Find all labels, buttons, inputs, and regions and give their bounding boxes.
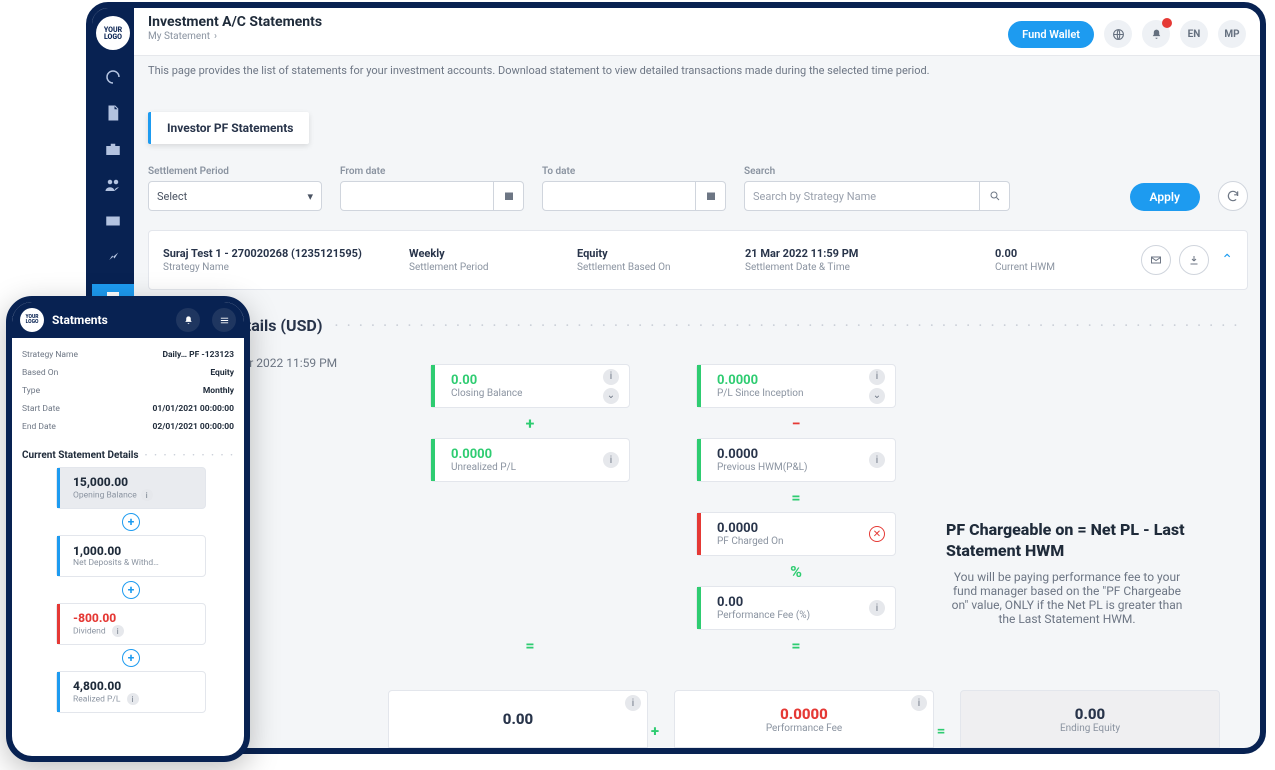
lower-cards: i 0.00 + i 0.0000 Performance Fee = 0.00… — [148, 690, 1248, 748]
page-title: Investment A/C Statements — [148, 14, 322, 30]
plus-icon: + — [519, 412, 541, 434]
card-unrealized-pl: 0.0000Unrealized P/L i — [430, 438, 630, 482]
card-previous-hwm: 0.0000Previous HWM(P&L) i — [696, 438, 896, 482]
download-icon[interactable] — [1179, 245, 1209, 275]
card-opening-balance: 15,000.00Opening Balancei — [56, 467, 206, 509]
card-realized-pl: 4,800.00Realized P/L i — [56, 671, 206, 713]
chevron-up-icon[interactable]: ⌃ — [1221, 252, 1233, 268]
menu-icon[interactable] — [212, 308, 236, 332]
breadcrumb[interactable]: My Statement› — [148, 31, 322, 42]
plus-icon: + — [122, 513, 140, 531]
minus-icon: − — [785, 412, 807, 434]
info-icon[interactable]: i — [911, 695, 927, 711]
lower-card-performance-fee: i 0.0000 Performance Fee = — [674, 690, 934, 748]
language-pill[interactable]: EN — [1180, 20, 1208, 48]
explain-panel: PF Chargeable on = Net PL - Last Stateme… — [942, 514, 1192, 660]
percent-icon: % — [785, 560, 807, 582]
statement-row: Suraj Test 1 - 270020268 (1235121595) St… — [148, 230, 1248, 290]
page-header: Investment A/C Statements My Statement› … — [134, 8, 1260, 56]
refresh-icon[interactable] — [1218, 181, 1248, 211]
settlement-period-label: Settlement Period — [148, 166, 322, 177]
card-dividend: -800.00Dividend i — [56, 603, 206, 645]
gauge-icon[interactable] — [104, 68, 122, 86]
search-input[interactable]: Search by Strategy Name — [744, 181, 980, 211]
info-icon[interactable]: i — [141, 489, 153, 501]
to-date-label: To date — [542, 166, 726, 177]
mobile-frame: YOUR LOGO Statments Strategy NameDaily… … — [6, 296, 250, 762]
details-title: Statement Details (USD) · · · · · · · · … — [148, 316, 1248, 354]
from-date-input[interactable] — [340, 181, 494, 211]
info-icon[interactable]: i — [127, 693, 139, 705]
equals-icon: = — [785, 634, 807, 656]
calendar-icon[interactable] — [696, 181, 726, 211]
lower-card-a: i 0.00 + — [388, 690, 648, 748]
card-pf-charged-on: 0.0000PF Charged On ✕ — [696, 512, 896, 556]
notification-badge — [1162, 18, 1172, 28]
brand-logo: YOUR LOGO — [96, 16, 130, 50]
mobile-section-title: Current Statement Details· · · · · · · ·… — [12, 444, 244, 463]
mobile-title: Statments — [52, 313, 164, 327]
plus-icon: + — [122, 649, 140, 667]
chevron-down-icon: ▾ — [307, 190, 313, 203]
users-icon[interactable] — [104, 176, 122, 194]
close-icon[interactable]: ✕ — [869, 526, 885, 542]
statement-details: Statement Details (USD) · · · · · · · · … — [148, 304, 1248, 748]
tab-investor-pf[interactable]: Investor PF Statements — [148, 112, 309, 144]
mobile-cards: 15,000.00Opening Balancei + 1,000.00Net … — [12, 463, 244, 713]
info-icon[interactable]: i — [603, 452, 619, 468]
to-date-input[interactable] — [542, 181, 696, 211]
mobile-meta: Strategy NameDaily… PF -123123 Based OnE… — [12, 338, 244, 444]
chevron-down-icon[interactable]: ⌄ — [603, 388, 619, 404]
row-strategy-name: Suraj Test 1 - 270020268 (1235121595) — [163, 247, 409, 260]
mail-icon[interactable] — [1141, 245, 1171, 275]
card-icon[interactable] — [104, 212, 122, 230]
plus-icon: + — [645, 721, 665, 741]
bell-icon[interactable] — [176, 308, 200, 332]
from-date-label: From date — [340, 166, 524, 177]
info-icon[interactable]: i — [625, 695, 641, 711]
fund-wallet-button[interactable]: Fund Wallet — [1008, 21, 1094, 48]
brand-logo: YOUR LOGO — [20, 308, 44, 332]
info-strip: This page provides the list of statement… — [148, 64, 1246, 77]
chevron-down-icon[interactable]: ⌄ — [869, 388, 885, 404]
filter-bar: Settlement Period Select ▾ From date To … — [148, 166, 1248, 211]
calendar-icon[interactable] — [494, 181, 524, 211]
info-icon[interactable]: i — [869, 369, 885, 385]
chevron-right-icon: › — [214, 31, 217, 42]
info-icon[interactable]: i — [869, 600, 885, 616]
equals-icon: = — [931, 721, 951, 741]
equals-icon: = — [785, 486, 807, 508]
avatar[interactable]: MP — [1218, 20, 1246, 48]
search-label: Search — [744, 166, 1010, 177]
info-icon[interactable]: i — [112, 625, 124, 637]
search-icon[interactable] — [980, 181, 1010, 211]
card-pl-since-inception: 0.0000P/L Since Inception i⌄ — [696, 364, 896, 408]
mobile-header: YOUR LOGO Statments — [12, 302, 244, 338]
document-icon[interactable] — [104, 104, 122, 122]
column-hwm: 0.0000P/L Since Inception i⌄ − 0.0000Pre… — [676, 364, 916, 660]
bell-icon[interactable] — [1142, 20, 1170, 48]
globe-icon[interactable] — [1104, 20, 1132, 48]
briefcase-icon[interactable] — [104, 140, 122, 158]
settlement-period-select[interactable]: Select ▾ — [148, 181, 322, 211]
info-icon[interactable]: i — [603, 369, 619, 385]
plus-icon: + — [122, 581, 140, 599]
card-performance-fee-pct: 0.00Performance Fee (%) i — [696, 586, 896, 630]
info-icon[interactable]: i — [869, 452, 885, 468]
card-closing-balance: 0.00Closing Balance i⌄ — [430, 364, 630, 408]
equals-icon: = — [519, 634, 541, 656]
apply-button[interactable]: Apply — [1130, 183, 1200, 211]
desktop-frame: YOUR LOGO Investment A/C Statements My S… — [86, 2, 1266, 754]
lower-card-ending-equity: 0.00 Ending Equity — [960, 690, 1220, 748]
chart-icon[interactable] — [104, 248, 122, 266]
card-net-deposits: 1,000.00Net Deposits & Withd… — [56, 535, 206, 577]
column-closing: 0.00Closing Balance i⌄ + 0.0000Unrealize… — [410, 364, 650, 660]
